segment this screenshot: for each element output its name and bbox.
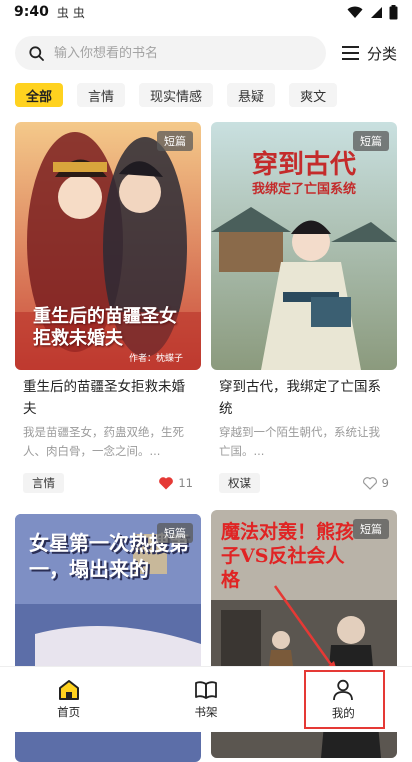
book-title[interactable]: 穿到古代，我绑定了亡国系统 xyxy=(211,376,397,420)
tab-realistic[interactable]: 现实情感 xyxy=(139,83,213,107)
search-row: 分类 xyxy=(15,36,397,70)
home-icon xyxy=(58,680,80,700)
nav-home-label: 首页 xyxy=(57,704,80,720)
genre-badge: 权谋 xyxy=(219,473,260,493)
book-card[interactable]: 穿到古代 我绑定了亡国系统 短篇 穿到古代，我绑定了亡国系统 穿越到一个陌生朝代… xyxy=(211,122,397,493)
filter-tabs: 全部 言情 现实情感 悬疑 爽文 xyxy=(15,83,351,107)
book-cover[interactable]: 重生后的苗疆圣女拒救未婚夫 作者：枕蝶子 短篇 xyxy=(15,122,201,370)
highlight-box xyxy=(304,670,385,729)
short-story-tag: 短篇 xyxy=(353,131,389,151)
status-time: 9:40 xyxy=(14,4,49,20)
category-label: 分类 xyxy=(367,43,397,64)
search-input[interactable] xyxy=(54,46,254,61)
cover-title: 魔法对轰！熊孩子VS反社会人格 xyxy=(221,520,361,592)
book-title[interactable]: 重生后的苗疆圣女拒救未婚夫 xyxy=(15,376,201,420)
book-meta: 权谋 9 xyxy=(211,473,397,493)
heart-filled-icon xyxy=(158,476,174,490)
notification-icon: 虫 xyxy=(73,4,85,21)
short-story-tag: 短篇 xyxy=(353,519,389,539)
cover-author: 作者：枕蝶子 xyxy=(129,351,183,364)
short-story-tag: 短篇 xyxy=(157,523,193,543)
cover-subtitle: 我绑定了亡国系统 xyxy=(211,178,397,197)
tab-suspense[interactable]: 悬疑 xyxy=(227,83,275,107)
nav-shelf[interactable]: 书架 xyxy=(137,667,274,732)
battery-icon xyxy=(389,5,398,20)
search-icon xyxy=(29,46,44,61)
book-cover[interactable]: 穿到古代 我绑定了亡国系统 短篇 xyxy=(211,122,397,370)
status-icons xyxy=(347,5,398,20)
notification-icon: 虫 xyxy=(57,4,69,21)
like-counter[interactable]: 9 xyxy=(362,476,389,490)
tab-all[interactable]: 全部 xyxy=(15,83,63,107)
book-meta: 言情 11 xyxy=(15,473,201,493)
nav-home[interactable]: 首页 xyxy=(0,667,137,732)
nav-shelf-label: 书架 xyxy=(194,704,217,720)
category-button[interactable]: 分类 xyxy=(342,43,397,64)
status-bar: 9:40 虫 虫 xyxy=(0,0,412,24)
like-count: 9 xyxy=(382,476,389,490)
book-card[interactable]: 重生后的苗疆圣女拒救未婚夫 作者：枕蝶子 短篇 重生后的苗疆圣女拒救未婚夫 我是… xyxy=(15,122,201,493)
search-box[interactable] xyxy=(15,36,326,70)
book-description: 我是苗疆圣女，药蛊双绝，生死人、肉白骨，一念之间。... xyxy=(15,423,201,461)
book-icon xyxy=(195,680,217,700)
heart-outline-icon xyxy=(362,476,378,490)
short-story-tag: 短篇 xyxy=(157,131,193,151)
signal-icon xyxy=(369,6,383,19)
menu-icon xyxy=(342,46,359,60)
genre-badge: 言情 xyxy=(23,473,64,493)
tab-romance[interactable]: 言情 xyxy=(77,83,125,107)
wifi-icon xyxy=(347,6,363,19)
book-description: 穿越到一个陌生朝代，系统让我亡国。... xyxy=(211,423,397,461)
tab-cool[interactable]: 爽文 xyxy=(289,83,337,107)
like-counter[interactable]: 11 xyxy=(158,476,193,490)
like-count: 11 xyxy=(178,476,193,490)
cover-title: 重生后的苗疆圣女拒救未婚夫 xyxy=(33,306,193,350)
